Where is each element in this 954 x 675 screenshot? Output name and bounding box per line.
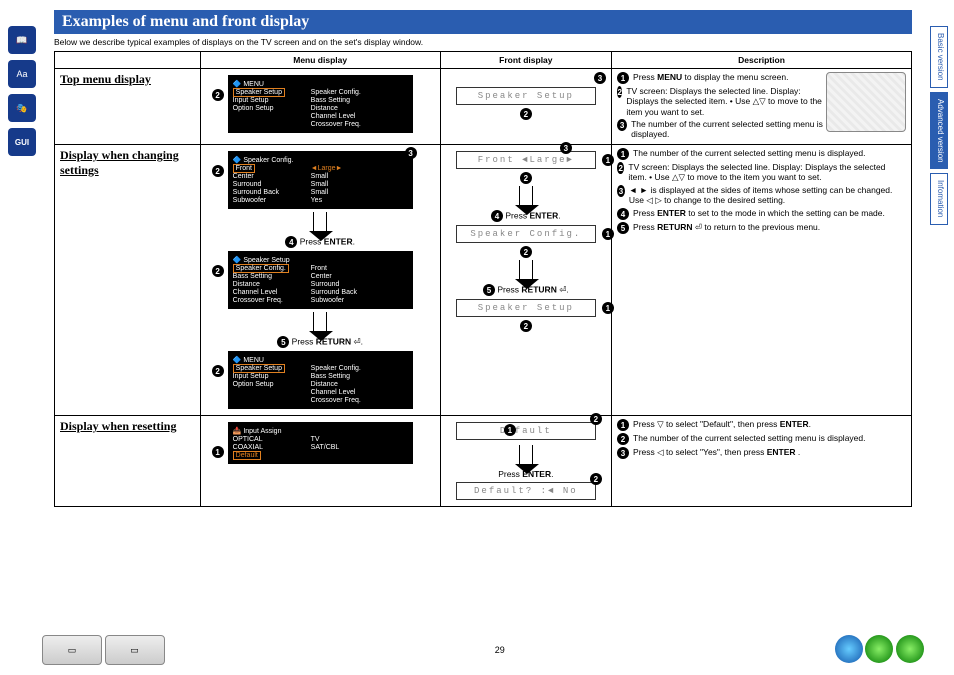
gui-icon[interactable]: GUI bbox=[8, 128, 36, 156]
tab-basic[interactable]: Basic version bbox=[930, 26, 948, 88]
right-tabs: Basic version Advanced version Infomatio… bbox=[930, 26, 948, 225]
page-title: Examples of menu and front display bbox=[54, 10, 912, 34]
tab-advanced[interactable]: Advanced version bbox=[930, 92, 948, 170]
col-menu: Menu display bbox=[200, 52, 440, 69]
col-blank bbox=[55, 52, 201, 69]
footer-device-2[interactable]: ▭ bbox=[105, 635, 165, 665]
left-sidebar: 📖 Aa 🎭 GUI bbox=[8, 26, 38, 156]
bullet-2: 2 bbox=[520, 108, 532, 120]
book-icon[interactable]: 📖 bbox=[8, 26, 36, 54]
row-reset-label: Display when resetting bbox=[60, 419, 195, 434]
remote-illustration bbox=[826, 72, 906, 132]
desc-change: 1The number of the current selected sett… bbox=[617, 148, 906, 234]
bullet-1: 1 bbox=[212, 446, 224, 458]
lcd-top: Speaker Setup bbox=[456, 87, 596, 105]
help-button[interactable] bbox=[835, 635, 863, 663]
bullet-2: 2 bbox=[212, 89, 224, 101]
footer-device-1[interactable]: ▭ bbox=[42, 635, 102, 665]
bullet-3: 3 bbox=[594, 72, 606, 84]
display-table: Menu display Front display Description T… bbox=[54, 51, 912, 507]
page-number: 29 bbox=[495, 645, 505, 655]
menubox-change-1: 2🔷 Speaker SetupSpeaker Config.FrontBass… bbox=[228, 251, 413, 309]
mask-icon[interactable]: 🎭 bbox=[8, 94, 36, 122]
menubox-reset: 1 📥 Input Assign OPTICALTV COAXIALSAT/CB… bbox=[228, 422, 413, 464]
next-button[interactable] bbox=[896, 635, 924, 663]
col-desc: Description bbox=[612, 52, 912, 69]
prev-button[interactable] bbox=[865, 635, 893, 663]
tab-information[interactable]: Infomation bbox=[930, 173, 948, 224]
page-subtitle: Below we describe typical examples of di… bbox=[54, 37, 912, 47]
col-front: Front display bbox=[440, 52, 611, 69]
desc-reset: 1Press ▽ to select "Default", then press… bbox=[617, 419, 906, 459]
menubox-change-2: 2🔷 MENUSpeaker SetupSpeaker Config.Input… bbox=[228, 351, 413, 409]
aa-icon[interactable]: Aa bbox=[8, 60, 36, 88]
row-top-label: Top menu display bbox=[60, 72, 195, 87]
menubox-top: 2 🔷 MENU Speaker SetupSpeaker Config. In… bbox=[228, 75, 413, 133]
row-change-label: Display when changing settings bbox=[60, 148, 195, 178]
menubox-change-0: 23🔷 Speaker Config.Front◄Large►CenterSma… bbox=[228, 151, 413, 209]
footer: ▭ ▭ 29 bbox=[42, 635, 924, 665]
